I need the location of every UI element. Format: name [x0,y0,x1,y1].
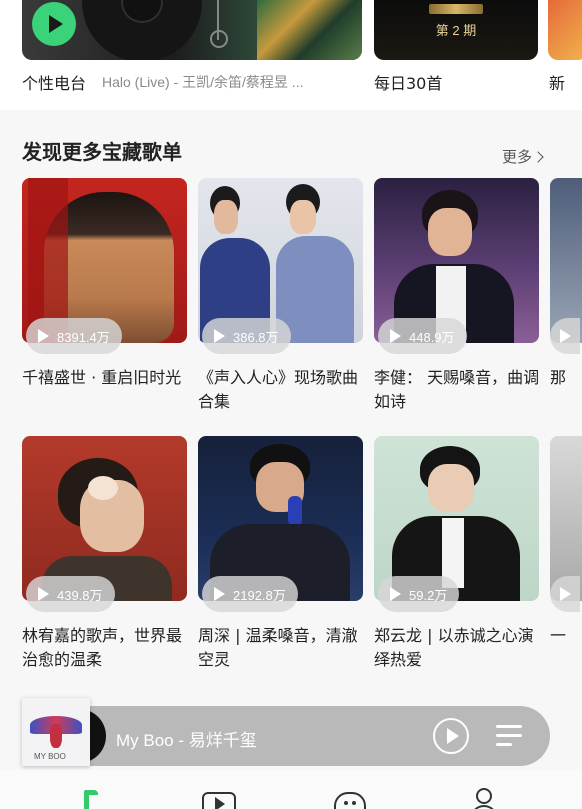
play-count-value: 439.8万 [57,587,103,603]
new-label[interactable]: 新 [549,70,565,94]
play-triangle-icon [560,329,571,343]
tonearm-icon [207,0,229,50]
bottom-nav [0,770,582,809]
mini-player[interactable] [22,706,550,766]
play-circle-icon[interactable] [433,718,469,754]
section-title: 发现更多宝藏歌单 [22,140,182,164]
album-bird-body [50,724,62,748]
more-label: 更多 [502,148,533,166]
music-note-icon[interactable] [78,788,112,809]
daily-logo [429,4,483,14]
vinyl-record [82,0,202,60]
radio-card[interactable] [22,0,362,60]
daily-issue: 第 2 期 [435,23,477,38]
play-count-value: 8391.4万 [57,329,110,345]
album-tag: MY BOO [34,752,66,761]
playlist-section: 发现更多宝藏歌单 更多 8391.4万 千禧盛世 · 重启旧时光 386.8万 … [0,110,582,750]
playlist-title: 《声入人心》现场歌曲合集 [198,368,359,411]
playlist-title: 千禧盛世 · 重启旧时光 [22,368,182,387]
play-triangle-icon [214,329,225,343]
playlist-title: 周深 | 温柔嗓音，清澈空灵 [198,626,358,669]
play-count-value: 59.2万 [409,587,448,603]
more-button[interactable]: 更多 [502,146,544,167]
playlist-title: 郑云龙 | 以赤诚之心演绎热爱 [374,626,534,669]
radio-label[interactable]: 个性电台 [22,70,86,94]
play-count: 2192.8万 [202,576,298,612]
play-triangle-icon [390,587,401,601]
play-triangle-icon [38,329,49,343]
play-count-partial [550,318,580,354]
playlist-title-partial: 那 [550,368,567,387]
community-icon[interactable] [334,788,368,809]
play-count-value: 386.8万 [233,329,279,345]
play-count-partial [550,576,580,612]
play-count: 448.9万 [378,318,467,354]
recommend-strip: 第 2 期 个性电台 Halo (Live) - 王凯/余笛/蔡程昱 ... 每… [0,0,582,110]
chevron-right-icon [532,150,544,163]
new-card[interactable] [548,0,582,60]
album-art[interactable]: MY BOO [22,698,90,766]
play-count: 386.8万 [202,318,291,354]
now-playing-text[interactable]: My Boo - 易烊千玺 [116,726,257,751]
video-icon[interactable] [202,788,236,809]
radio-cover-art [257,0,362,60]
playlist-title-partial: 一 [550,626,567,645]
daily-label[interactable]: 每日30首 [374,70,442,94]
play-count: 59.2万 [378,576,460,612]
play-count-value: 448.9万 [409,329,455,345]
play-triangle-icon [214,587,225,601]
profile-icon[interactable] [470,788,504,809]
play-count: 8391.4万 [26,318,122,354]
playlist-icon[interactable] [496,722,526,750]
play-triangle-icon [390,329,401,343]
radio-subtitle: Halo (Live) - 王凯/余笛/蔡程昱 ... [102,74,304,90]
play-count: 439.8万 [26,576,115,612]
play-count-value: 2192.8万 [233,587,286,603]
daily-card[interactable]: 第 2 期 [374,0,538,60]
play-icon[interactable] [32,2,76,46]
playlist-title: 李健： 天赐嗓音，曲调如诗 [374,368,540,411]
play-triangle-icon [38,587,49,601]
playlist-title: 林宥嘉的歌声，世界最治愈的温柔 [22,626,183,669]
play-triangle-icon [560,587,571,601]
